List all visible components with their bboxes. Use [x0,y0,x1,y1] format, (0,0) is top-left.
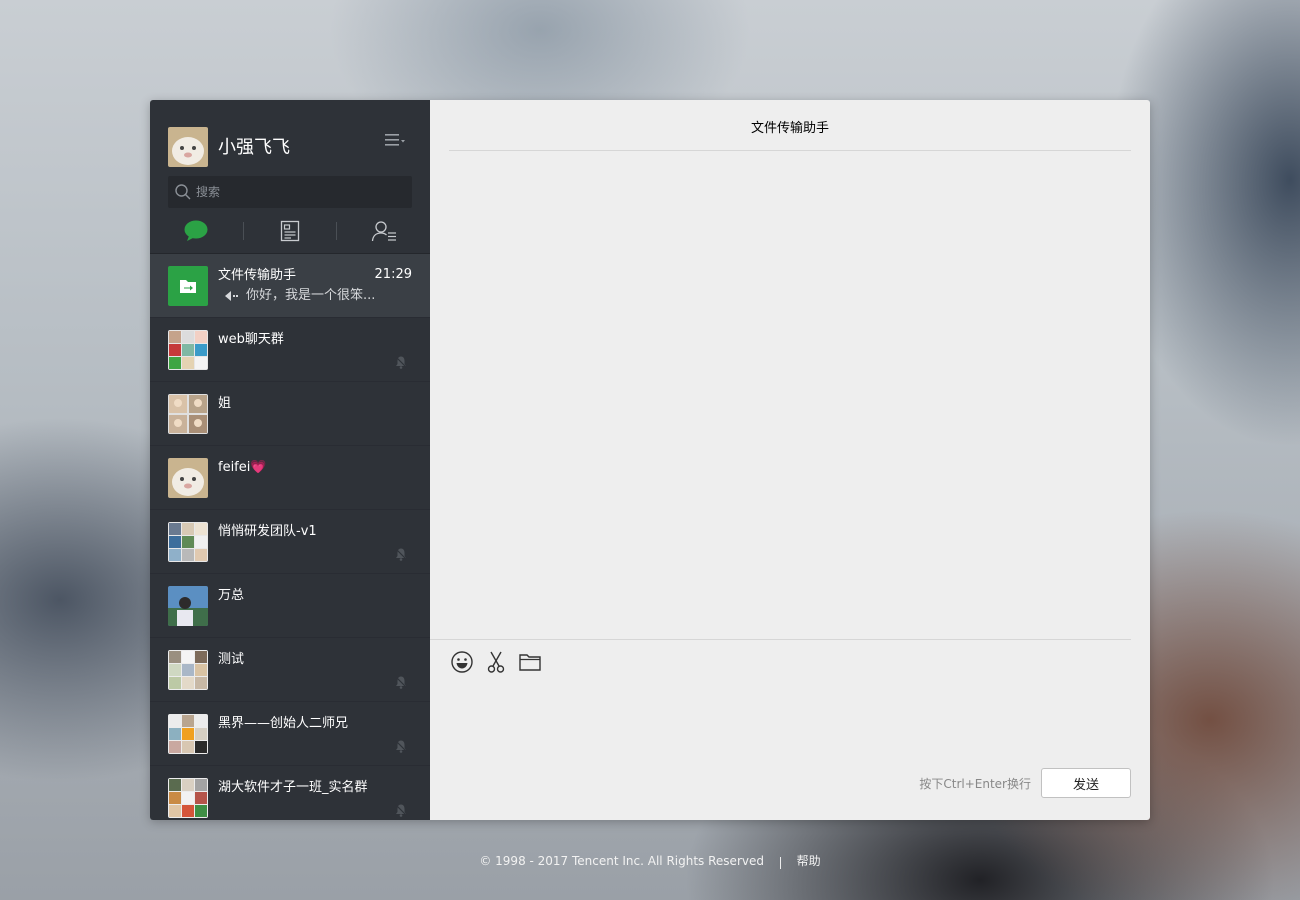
group-avatar [168,714,208,754]
conversation-name: 姐 [218,396,232,411]
footer-divider [779,857,781,869]
search-input[interactable] [196,176,406,208]
menu-icon[interactable] [384,132,408,148]
composer-toolbar [450,650,542,674]
conversation-list: 文件传输助手 你好，我是一个很笨... 21:29 web聊天群 姐 feife… [150,254,430,820]
search-icon [174,183,192,205]
chat-bubble-icon [184,220,208,241]
scissors-icon[interactable] [484,650,508,674]
composer[interactable]: 按下Ctrl+Enter换行 发送 [430,639,1131,820]
conversation-item[interactable]: 黑界——创始人二师兄 [150,702,430,766]
conversation-item[interactable]: feifei💗 [150,446,430,510]
send-hint: 按下Ctrl+Enter换行 [919,777,1031,791]
conversation-item[interactable]: 姐 [150,382,430,446]
copyright-text: © 1998 - 2017 Tencent Inc. All Rights Re… [479,854,764,868]
profile-header: 小强飞飞 [150,100,430,176]
footer: © 1998 - 2017 Tencent Inc. All Rights Re… [0,852,1300,869]
chat-panel: 文件传输助手 按下Ctrl+Enter换行 发送 [430,100,1150,820]
user-name: 小强飞飞 [218,137,290,158]
conversation-item[interactable]: 测试 [150,638,430,702]
mute-bell-icon [394,546,408,565]
conversation-name: 万总 [218,588,245,603]
conversation-name: 黑界——创始人二师兄 [218,716,349,731]
nav-tabs [150,208,430,254]
mute-bell-icon [394,802,408,820]
group-avatar [168,522,208,562]
conversation-name: 湖大软件才子一班_实名群 [218,780,368,795]
message-area[interactable] [430,151,1150,639]
contacts-icon [371,220,396,241]
group-avatar [168,778,208,818]
conversation-item[interactable]: 湖大软件才子一班_实名群 [150,766,430,820]
article-icon [280,220,300,241]
contact-avatar [168,458,208,498]
folder-icon[interactable] [518,650,542,674]
mute-bell-icon [394,674,408,693]
message-preview: 你好，我是一个很笨... [246,288,376,303]
mute-bell-icon [394,738,408,757]
wechat-window: 小强飞飞 搜索 文件传输助手 你好，我是一个很笨... 21:29 web聊天群… [150,100,1150,820]
mute-bell-icon [394,354,408,373]
conversation-item[interactable]: 文件传输助手 你好，我是一个很笨... 21:29 [150,254,430,318]
conversation-name: 测试 [218,652,245,667]
chat-title: 文件传输助手 [449,100,1131,151]
conversation-item[interactable]: 悄悄研发团队-v1 [150,510,430,574]
send-button[interactable]: 发送 [1041,768,1131,798]
file-transfer-avatar [168,266,208,306]
tab-articles[interactable] [244,208,337,254]
help-link[interactable]: 帮助 [797,854,821,868]
tab-contacts[interactable] [337,208,430,254]
tab-chats[interactable] [150,208,243,254]
conversation-item[interactable]: web聊天群 [150,318,430,382]
conversation-name: web聊天群 [218,332,284,347]
group-avatar [168,394,208,434]
sidebar: 小强飞飞 搜索 文件传输助手 你好，我是一个很笨... 21:29 web聊天群… [150,100,430,820]
search-box [168,176,412,208]
voice-icon [224,290,238,302]
group-avatar [168,650,208,690]
group-avatar [168,330,208,370]
contact-avatar [168,586,208,626]
user-avatar[interactable] [168,127,208,167]
conversation-name: 悄悄研发团队-v1 [218,524,317,539]
emoji-icon[interactable] [450,650,474,674]
conversation-item[interactable]: 万总 [150,574,430,638]
conversation-name: feifei💗 [218,460,267,475]
message-time: 21:29 [374,267,412,282]
